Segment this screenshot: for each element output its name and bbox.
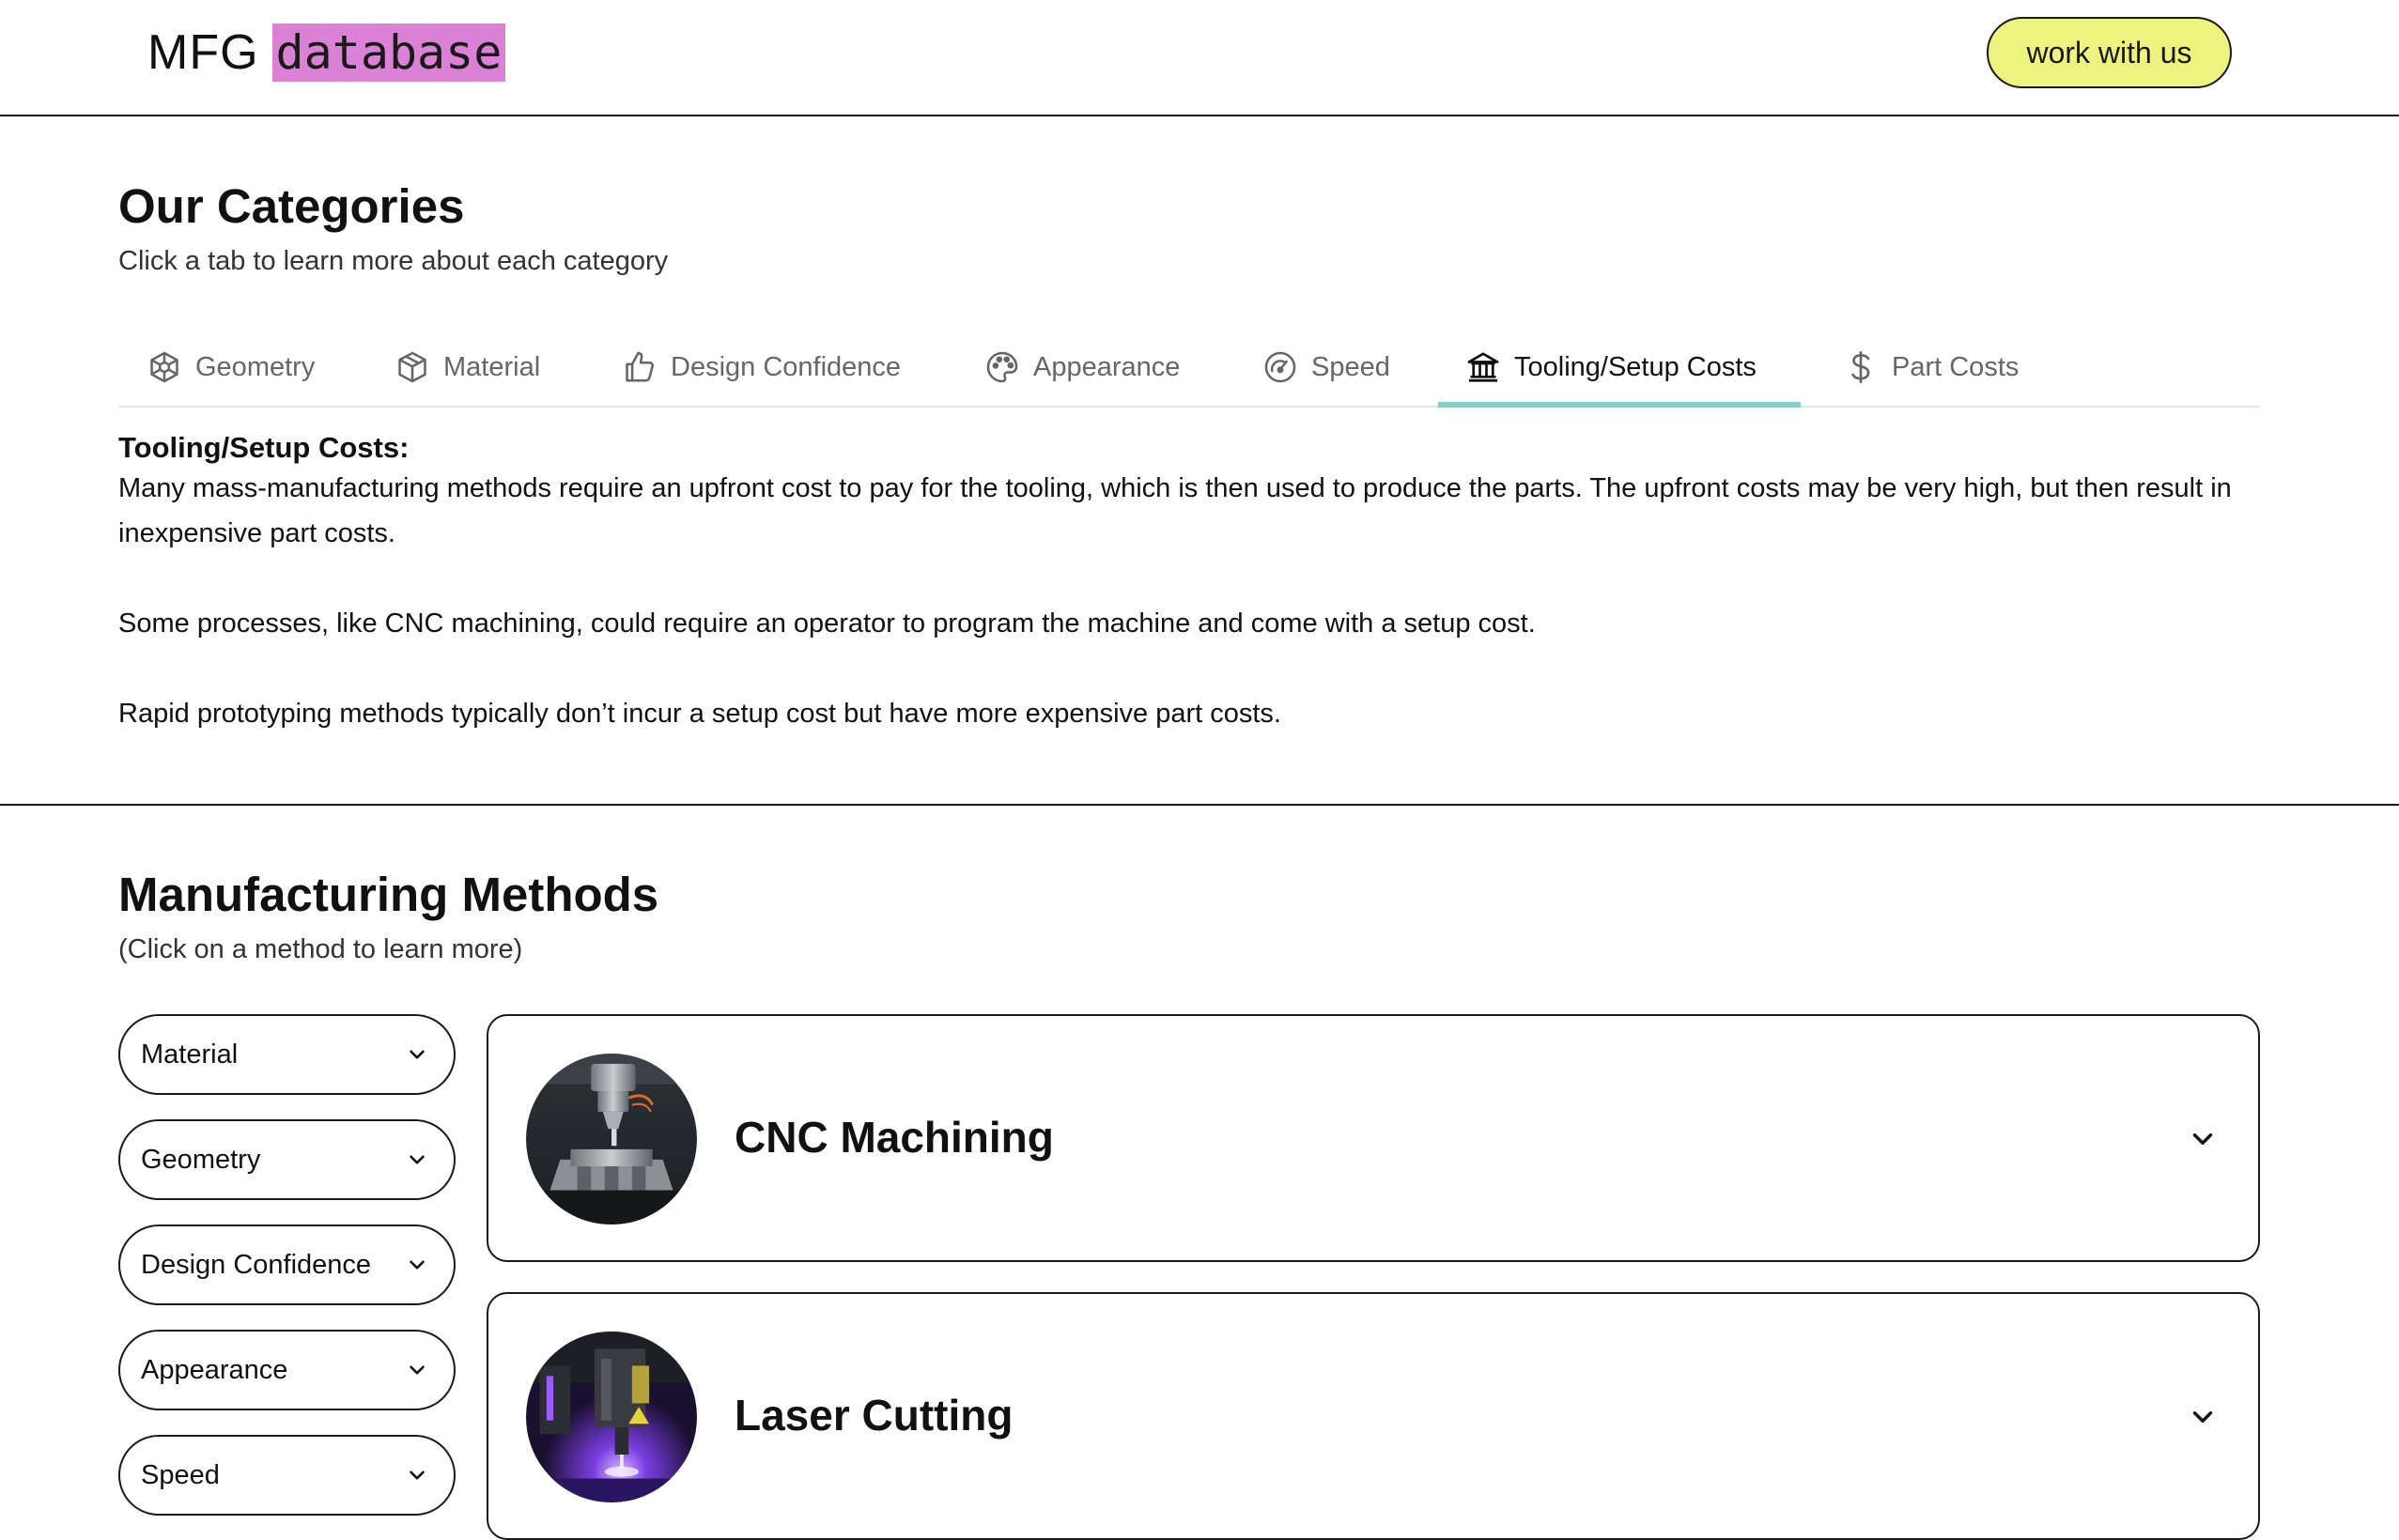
category-tabs: Geometry Material Design Confidence Appe… <box>118 327 2260 408</box>
cnc-machine-photo <box>526 1054 697 1224</box>
tab-label: Appearance <box>1033 351 1181 382</box>
work-with-us-button[interactable]: work with us <box>1987 17 2232 88</box>
panel-paragraph: Rapid prototyping methods typically don’… <box>118 699 1281 729</box>
chevron-down-icon <box>410 1050 425 1059</box>
method-card-cnc-machining[interactable]: CNC Machining <box>487 1014 2260 1262</box>
chevron-down-icon[interactable] <box>2187 1123 2219 1155</box>
tab-label: Design Confidence <box>671 351 902 382</box>
chevron-down-icon[interactable] <box>2187 1401 2219 1433</box>
tab-tooling-setup-costs[interactable]: Tooling/Setup Costs <box>1465 327 1757 408</box>
thumbs-up-icon <box>626 351 654 382</box>
tab-design-confidence[interactable]: Design Confidence <box>622 327 901 408</box>
methods-title: Manufacturing Methods <box>118 868 659 921</box>
palette-icon <box>986 351 1018 383</box>
logo-text: MFG <box>147 25 259 80</box>
filter-label: Geometry <box>141 1144 261 1175</box>
panel-paragraph: Many mass-manufacturing methods require … <box>118 473 2232 548</box>
categories-title: Our Categories <box>118 179 465 233</box>
logo-highlight-text: database <box>271 23 506 82</box>
filter-design-confidence-dropdown[interactable]: Design Confidence <box>118 1224 456 1305</box>
laser-cutter-photo <box>526 1332 697 1502</box>
filter-label: Appearance <box>141 1354 288 1385</box>
chevron-down-icon <box>410 1365 425 1375</box>
chevron-down-icon <box>410 1260 425 1270</box>
cube-wireframe-icon <box>150 351 178 383</box>
site-logo[interactable]: MFG database <box>147 23 506 82</box>
categories-subtitle: Click a tab to learn more about each cat… <box>118 246 669 276</box>
tab-speed[interactable]: Speed <box>1262 327 1390 408</box>
filter-speed-dropdown[interactable]: Speed <box>118 1435 456 1516</box>
tab-material[interactable]: Material <box>395 327 540 408</box>
tab-appearance[interactable]: Appearance <box>984 327 1180 408</box>
tab-label: Part Costs <box>1892 351 2020 382</box>
site-header: MFG database work with us <box>0 0 2399 116</box>
filter-label: Speed <box>141 1459 220 1490</box>
filter-label: Design Confidence <box>141 1249 372 1280</box>
chevron-down-icon <box>410 1155 425 1164</box>
tab-geometry[interactable]: Geometry <box>147 327 315 408</box>
gauge-icon <box>1264 351 1296 383</box>
filter-label: Material <box>141 1039 239 1070</box>
filter-geometry-dropdown[interactable]: Geometry <box>118 1119 456 1200</box>
method-title: Laser Cutting <box>735 1391 1014 1440</box>
panel-paragraph: Some processes, like CNC machining, coul… <box>118 608 1536 639</box>
dollar-icon <box>1851 350 1870 384</box>
category-description-panel: Tooling/Setup Costs: Many mass-manufactu… <box>118 430 2269 736</box>
filter-material-dropdown[interactable]: Material <box>118 1014 456 1095</box>
tab-label: Tooling/Setup Costs <box>1514 351 1757 382</box>
tab-part-costs[interactable]: Part Costs <box>1843 327 2019 408</box>
method-card-laser-cutting[interactable]: Laser Cutting <box>487 1292 2260 1540</box>
section-divider <box>0 804 2399 806</box>
filter-appearance-dropdown[interactable]: Appearance <box>118 1330 456 1410</box>
tab-label: Material <box>443 351 541 382</box>
active-tab-indicator <box>1438 402 1801 408</box>
methods-subtitle: (Click on a method to learn more) <box>118 934 523 964</box>
tab-label: Speed <box>1311 351 1390 382</box>
box-icon <box>398 351 426 383</box>
panel-title: Tooling/Setup Costs: <box>118 431 410 464</box>
method-title: CNC Machining <box>735 1113 1054 1162</box>
chevron-down-icon <box>410 1471 425 1480</box>
bank-icon <box>1467 352 1499 382</box>
tab-label: Geometry <box>195 351 316 382</box>
